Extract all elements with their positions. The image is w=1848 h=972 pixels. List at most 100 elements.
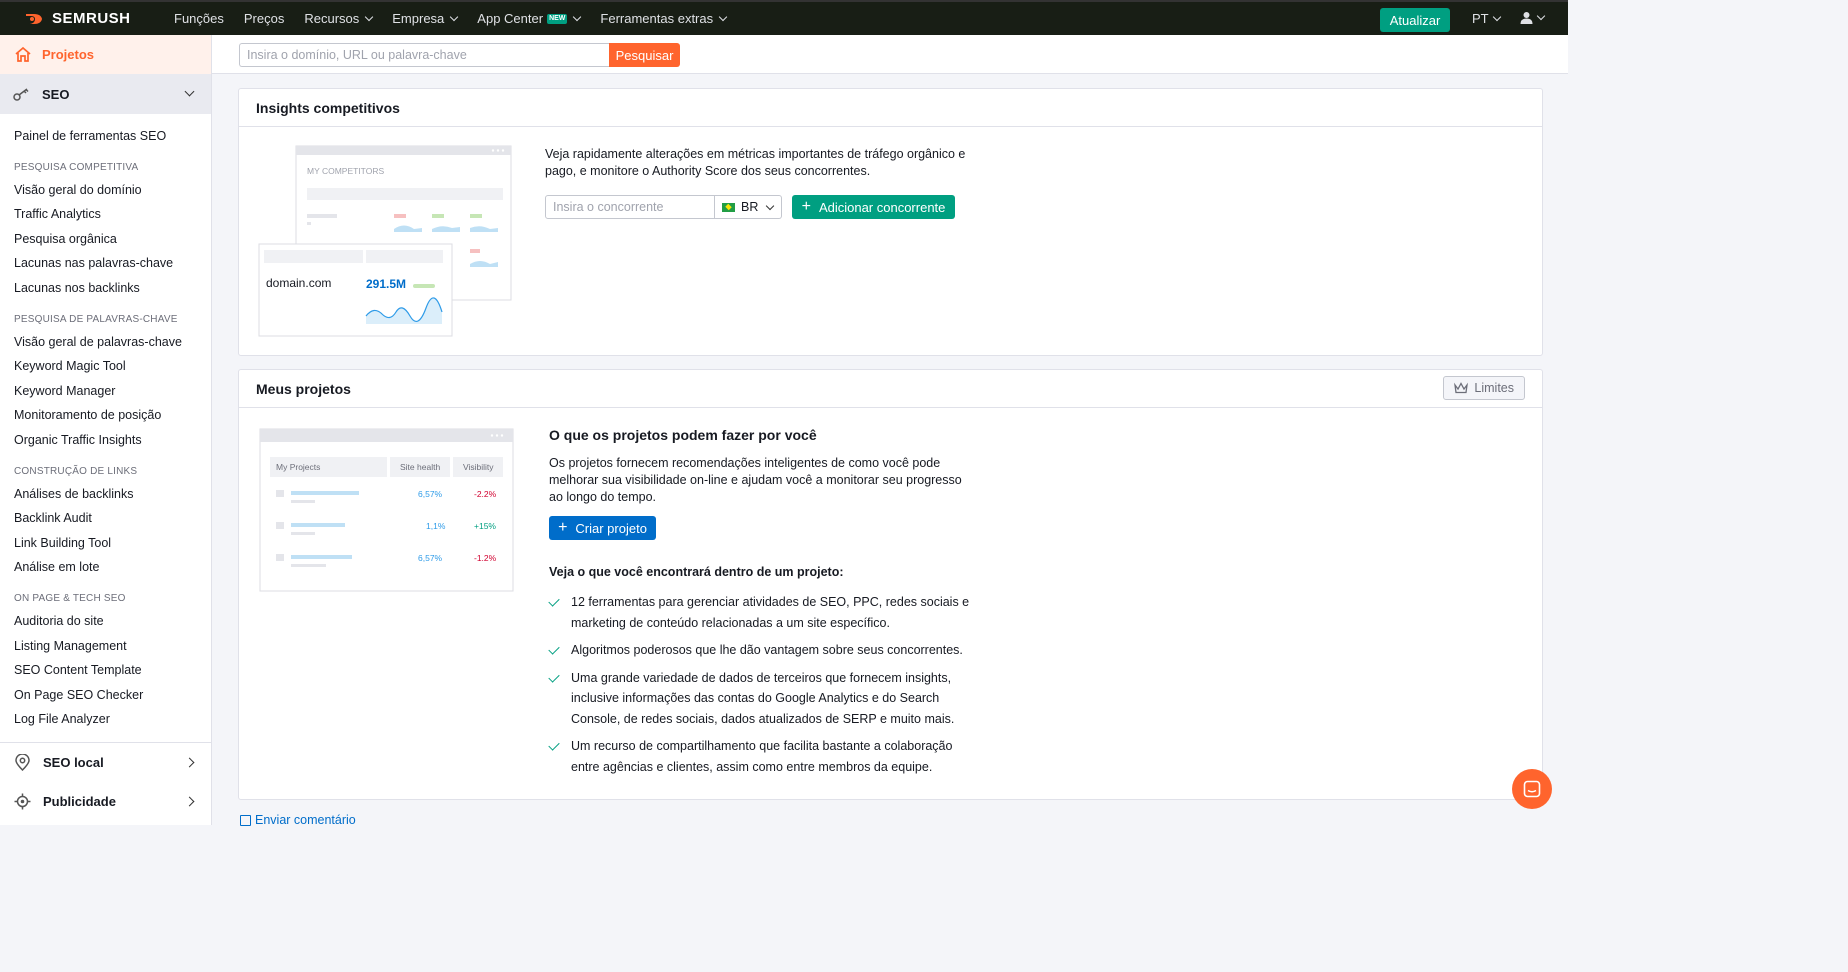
check-icon bbox=[548, 595, 560, 607]
chat-widget-button[interactable] bbox=[1512, 769, 1552, 809]
competitors-illustration: MY COMPETITORS domain.com 291.5M bbox=[258, 145, 512, 337]
list-item: 12 ferramentas para gerenciar atividades… bbox=[548, 592, 979, 633]
chevron-down-icon bbox=[766, 201, 775, 210]
search-button[interactable]: Pesquisar bbox=[609, 43, 680, 67]
feature-text: 12 ferramentas para gerenciar atividades… bbox=[571, 595, 970, 630]
sidebar-item-label: Projetos bbox=[42, 47, 95, 62]
sidebar-item-backlink-gap[interactable]: Lacunas nos backlinks bbox=[0, 276, 211, 301]
nav-label: Funções bbox=[174, 11, 224, 26]
link-label: Enviar comentário bbox=[255, 813, 356, 827]
sidebar-item-keyword-magic-tool[interactable]: Keyword Magic Tool bbox=[0, 354, 211, 379]
chevron-down-icon bbox=[184, 86, 195, 97]
chat-icon bbox=[1523, 780, 1541, 798]
features-heading: Veja o que você encontrará dentro de um … bbox=[549, 565, 844, 579]
comment-icon bbox=[240, 814, 251, 826]
nav-functions[interactable]: Funções bbox=[174, 11, 224, 26]
button-label: Criar projeto bbox=[575, 520, 647, 536]
create-project-button[interactable]: + Criar projeto bbox=[549, 516, 656, 540]
upgrade-button[interactable]: Atualizar bbox=[1380, 8, 1450, 32]
button-label: Adicionar concorrente bbox=[818, 199, 946, 215]
brazil-flag-icon bbox=[722, 202, 735, 212]
chevron-down-icon bbox=[718, 12, 728, 22]
sidebar-item-seo-content-template[interactable]: SEO Content Template bbox=[0, 658, 211, 683]
sidebar-item-backlink-analytics[interactable]: Análises de backlinks bbox=[0, 482, 211, 507]
language-label: PT bbox=[1472, 11, 1489, 26]
sidebar-item-label: Publicidade bbox=[43, 793, 116, 809]
nav-company[interactable]: Empresa bbox=[392, 11, 459, 26]
check-icon bbox=[548, 643, 560, 655]
logo-text: SEMRUSH bbox=[52, 10, 131, 27]
list-item: Um recurso de compartilhamento que facil… bbox=[548, 736, 979, 777]
nav-label: Recursos bbox=[304, 11, 360, 26]
illustration-health: 6,57% bbox=[418, 489, 443, 499]
plus-icon: + bbox=[801, 198, 811, 215]
sidebar-item-advertising[interactable]: Publicidade bbox=[0, 782, 211, 821]
projects-description: Os projetos fornecem recomendações intel… bbox=[549, 456, 962, 504]
nav-label: Empresa bbox=[392, 11, 445, 26]
database-select[interactable]: BR bbox=[715, 195, 782, 219]
sidebar-item-keyword-manager[interactable]: Keyword Manager bbox=[0, 379, 211, 404]
illustration-visibility: -2.2% bbox=[474, 489, 497, 499]
features-list: 12 ferramentas para gerenciar atividades… bbox=[548, 592, 979, 784]
illustration-header: MY COMPETITORS bbox=[307, 166, 384, 176]
card-title: Meus projetos bbox=[256, 380, 351, 397]
illustration-health: 6,57% bbox=[418, 553, 443, 563]
sidebar-item-position-tracking[interactable]: Monitoramento de posição bbox=[0, 403, 211, 428]
semrush-flame-icon bbox=[26, 13, 42, 24]
my-projects-card: Meus projetos Limites My Projects Site h… bbox=[238, 369, 1543, 800]
sidebar-item-label: SEO local bbox=[43, 754, 104, 770]
sidebar-item-link-building-tool[interactable]: Link Building Tool bbox=[0, 531, 211, 556]
nav-app-center[interactable]: App Center NEW bbox=[477, 11, 582, 26]
illustration-value: 291.5M bbox=[366, 277, 406, 291]
language-selector[interactable]: PT bbox=[1472, 11, 1501, 26]
global-search-bar: Pesquisar bbox=[212, 35, 1568, 74]
check-icon bbox=[548, 670, 560, 683]
new-badge: NEW bbox=[547, 13, 568, 24]
nav-pricing[interactable]: Preços bbox=[244, 11, 284, 26]
sidebar-item-organic-traffic-insights[interactable]: Organic Traffic Insights bbox=[0, 428, 211, 453]
top-navigation-bar: SEMRUSH Funções Preços Recursos Empresa … bbox=[0, 0, 1568, 35]
sidebar-item-bulk-analysis[interactable]: Análise em lote bbox=[0, 555, 211, 580]
crown-icon bbox=[1454, 382, 1469, 394]
sidebar-item-seo-dashboard[interactable]: Painel de ferramentas SEO bbox=[0, 124, 211, 149]
insights-description: Veja rapidamente alterações em métricas … bbox=[545, 147, 966, 178]
chevron-down-icon bbox=[365, 12, 374, 22]
sidebar-item-projects[interactable]: Projetos bbox=[0, 35, 211, 74]
competitor-input[interactable] bbox=[545, 195, 715, 219]
sidebar-item-keyword-overview[interactable]: Visão geral de palavras-chave bbox=[0, 330, 211, 355]
nav-resources[interactable]: Recursos bbox=[304, 11, 374, 26]
feature-text: Um recurso de compartilhamento que facil… bbox=[571, 739, 953, 774]
sidebar-item-backlink-audit[interactable]: Backlink Audit bbox=[0, 506, 211, 531]
sidebar-section-heading: PESQUISA COMPETITIVA bbox=[14, 161, 139, 173]
nav-label: Preços bbox=[243, 11, 285, 26]
sidebar-item-domain-overview[interactable]: Visão geral do domínio bbox=[0, 178, 211, 203]
send-feedback-link[interactable]: Enviar comentário bbox=[240, 813, 356, 827]
target-icon bbox=[14, 793, 31, 810]
button-label: Limites bbox=[1474, 381, 1514, 395]
sidebar-item-seo[interactable]: SEO bbox=[0, 74, 211, 114]
chevron-down-icon bbox=[1536, 11, 1546, 21]
semrush-logo[interactable]: SEMRUSH bbox=[24, 10, 174, 27]
sidebar-item-keyword-gap[interactable]: Lacunas nas palavras-chave bbox=[0, 251, 211, 276]
user-menu[interactable] bbox=[1520, 11, 1546, 24]
projects-illustration: My Projects Site health Visibility 6,57%… bbox=[259, 428, 514, 592]
limits-button[interactable]: Limites bbox=[1443, 376, 1525, 400]
sidebar: Projetos SEO Painel de ferramentas SEO P… bbox=[0, 35, 212, 825]
database-label: BR bbox=[741, 200, 759, 214]
sidebar-item-on-page-seo-checker[interactable]: On Page SEO Checker bbox=[0, 683, 211, 708]
sidebar-item-listing-management[interactable]: Listing Management bbox=[0, 634, 211, 659]
sidebar-item-traffic-analytics[interactable]: Traffic Analytics bbox=[0, 202, 211, 227]
competitive-insights-card: Insights competitivos MY COMPETITORS dom… bbox=[238, 88, 1543, 356]
add-competitor-button[interactable]: + Adicionar concorrente bbox=[792, 195, 955, 219]
location-pin-icon bbox=[15, 753, 30, 771]
sidebar-item-organic-research[interactable]: Pesquisa orgânica bbox=[0, 227, 211, 252]
nav-extra-tools[interactable]: Ferramentas extras bbox=[600, 11, 728, 26]
sidebar-item-log-file-analyzer[interactable]: Log File Analyzer bbox=[0, 707, 211, 732]
list-item: Algoritmos poderosos que lhe dão vantage… bbox=[548, 640, 979, 661]
illustration-visibility: -1.2% bbox=[474, 553, 497, 563]
sidebar-item-site-audit[interactable]: Auditoria do site bbox=[0, 609, 211, 634]
sidebar-item-local-seo[interactable]: SEO local bbox=[0, 743, 211, 782]
sidebar-section-heading: ON PAGE & TECH SEO bbox=[14, 592, 126, 604]
illustration-header: Site health bbox=[400, 462, 440, 472]
search-input[interactable] bbox=[239, 43, 609, 67]
